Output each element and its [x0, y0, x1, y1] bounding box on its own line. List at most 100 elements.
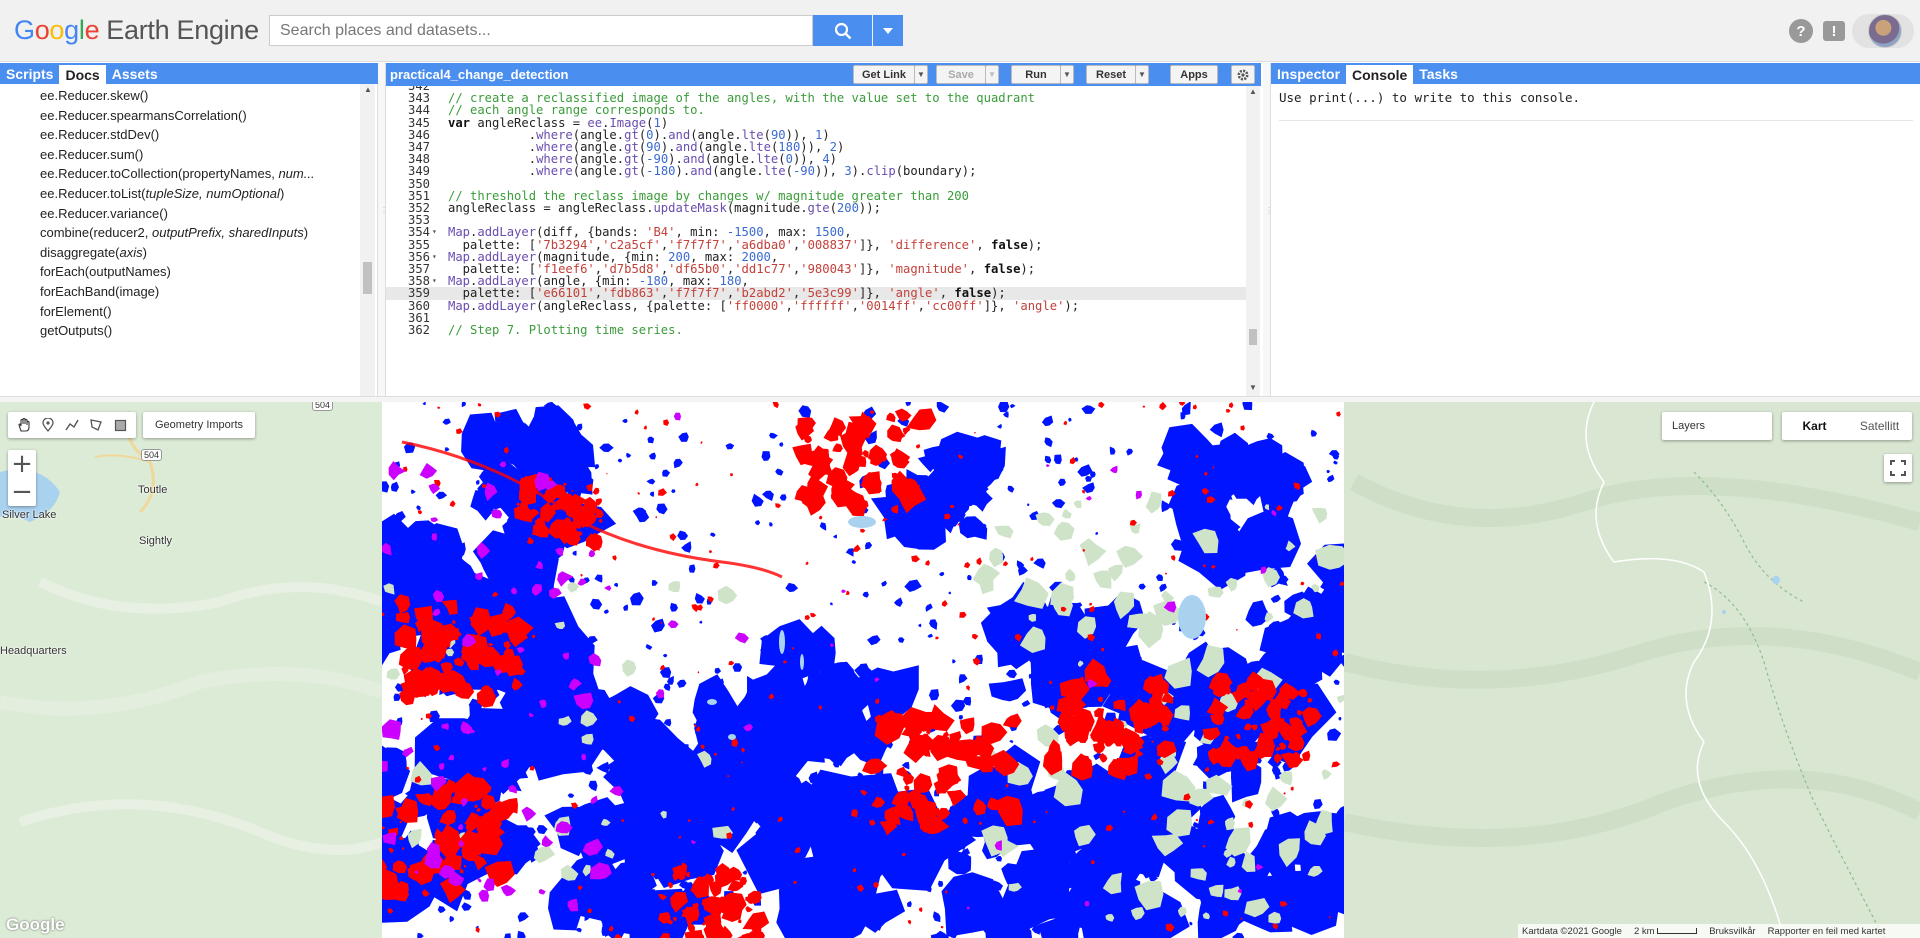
script-name: practical4_change_detection	[390, 67, 569, 82]
doc-item-args: num...	[278, 166, 315, 182]
code-text: // each angle range corresponds to.	[448, 103, 705, 118]
map-attribution: Kartdata ©2021 Google 2 km Bruksvilkår R…	[1518, 924, 1920, 938]
get-link-dropdown[interactable]: ▼	[914, 65, 928, 84]
tab-assets[interactable]: Assets	[106, 63, 164, 84]
tab-docs[interactable]: Docs	[59, 65, 106, 84]
angle-reclass-layer	[382, 402, 1344, 938]
report-error-link[interactable]: Rapporter en feil med kartet	[1768, 926, 1886, 937]
help-icon[interactable]: ?	[1789, 19, 1813, 43]
scroll-up-icon[interactable]: ▲	[1249, 87, 1257, 96]
tab-scripts[interactable]: Scripts	[0, 63, 59, 84]
tab-console[interactable]: Console	[1346, 65, 1414, 84]
code-line[interactable]: 360 Map.addLayer(angleReclass, {palette: …	[386, 298, 1246, 313]
scale-label: 2 km	[1634, 926, 1698, 937]
doc-item-name: ee.Reducer.toList(	[40, 186, 146, 201]
chevron-down-icon: ▼	[1138, 70, 1146, 79]
fold-toggle-icon[interactable]: ▾	[432, 251, 440, 263]
feedback-icon[interactable]: !	[1823, 21, 1845, 41]
doc-item[interactable]: ee.Reducer.stdDev()	[40, 127, 159, 142]
terms-link[interactable]: Bruksvilkår	[1709, 926, 1755, 937]
save-button[interactable]: Save	[936, 65, 986, 84]
docs-scroll-thumb[interactable]	[363, 262, 372, 294]
doc-item-args: axis	[119, 244, 143, 260]
polyline-icon[interactable]	[63, 416, 81, 434]
doc-item[interactable]: ee.Reducer.toList(tupleSize, numOptional…	[40, 186, 284, 201]
doc-item[interactable]: forEach(outputNames)	[40, 264, 171, 279]
doc-item[interactable]: disaggregate(axis)	[40, 245, 147, 260]
docs-list: ee.Reducer.skew() ee.Reducer.spearmansCor…	[0, 84, 360, 396]
doc-item[interactable]: ee.Reducer.sum()	[40, 147, 143, 162]
tab-inspector[interactable]: Inspector	[1271, 63, 1346, 84]
fold-toggle-icon[interactable]: ▾	[432, 226, 440, 238]
doc-item[interactable]: getOutputs()	[40, 323, 112, 338]
doc-item-name: ee.Reducer.toCollection(propertyNames,	[40, 166, 279, 182]
place-label: Silver Lake	[2, 509, 57, 521]
polygon-icon[interactable]	[87, 416, 105, 434]
doc-item[interactable]: ee.Reducer.variance()	[40, 206, 168, 221]
code-text: Map.addLayer(angleReclass, {palette: ['f…	[448, 298, 1080, 313]
line-number: 344	[407, 103, 430, 118]
run-button[interactable]: Run	[1011, 65, 1061, 84]
rectangle-icon[interactable]	[111, 416, 129, 434]
search-input[interactable]	[269, 15, 813, 46]
line-number: 345	[407, 115, 430, 130]
place-label: Sightly	[139, 535, 173, 547]
map-type-switch: Kart Satellitt	[1782, 412, 1912, 440]
scroll-up-icon[interactable]: ▲	[364, 85, 372, 94]
tab-tasks[interactable]: Tasks	[1413, 63, 1464, 84]
geometry-imports-button[interactable]: Geometry Imports	[143, 412, 255, 438]
get-link-button[interactable]: Get Link	[853, 65, 915, 84]
reset-dropdown[interactable]: ▼	[1135, 65, 1149, 84]
marker-icon[interactable]	[39, 416, 57, 434]
left-splitter[interactable]: ⋮	[378, 63, 388, 396]
zoom-in-button[interactable]: +	[8, 450, 36, 478]
place-label: Headquarters	[0, 645, 67, 657]
search-button[interactable]	[813, 15, 872, 46]
doc-item[interactable]: combine(reducer2, outputPrefix, sharedIn…	[40, 225, 308, 240]
map-view[interactable]: Geometry Imports + − Toutle Silver Lake …	[0, 402, 1920, 938]
line-number: 354	[407, 225, 430, 240]
apps-button[interactable]: Apps	[1170, 65, 1218, 84]
code-scrollbar[interactable]: ▲ ▼	[1246, 86, 1260, 396]
earth-engine-logo[interactable]: Google Earth Engine	[14, 15, 259, 46]
doc-item-args: tupleSize, numOptional	[145, 186, 280, 201]
chevron-down-icon: ▼	[917, 70, 925, 79]
code-area[interactable]: 342 343// create a reclassified image of …	[386, 86, 1246, 396]
scroll-down-icon[interactable]: ▼	[1249, 383, 1257, 392]
doc-item-name: disaggregate(	[40, 244, 120, 260]
search-dropdown-button[interactable]	[873, 15, 903, 46]
layers-button[interactable]: Layers	[1662, 412, 1772, 440]
doc-item[interactable]: forElement()	[40, 304, 112, 319]
reset-button[interactable]: Reset	[1086, 65, 1136, 84]
doc-item-tail: )	[279, 186, 285, 201]
pan-hand-icon[interactable]	[15, 416, 33, 434]
zoom-control: + −	[8, 450, 36, 506]
fullscreen-button[interactable]	[1884, 454, 1912, 482]
save-dropdown[interactable]: ▼	[985, 65, 999, 84]
right-splitter[interactable]: ⋮	[1263, 63, 1273, 396]
code-text: // Step 7. Plotting time series.	[448, 323, 683, 337]
map-type-satellitt[interactable]: Satellitt	[1847, 412, 1912, 440]
avatar[interactable]	[1868, 14, 1902, 48]
doc-item[interactable]: forEachBand(image)	[40, 284, 159, 299]
code-line[interactable]: 362 // Step 7. Plotting time series.	[386, 324, 1246, 336]
road-shield: 504	[312, 402, 334, 411]
line-number: 360	[407, 298, 430, 313]
code-line[interactable]: 349 .where(angle.gt(-180).and(angle.lte(…	[386, 165, 1246, 177]
code-editor-panel: practical4_change_detection Get Link ▼ S…	[385, 63, 1261, 396]
code-line[interactable]: 352 angleReclass = angleReclass.updateMas…	[386, 202, 1246, 214]
code-scroll-thumb[interactable]	[1249, 329, 1257, 345]
code-line[interactable]: 344 // each angle range corresponds to.	[386, 104, 1246, 116]
settings-button[interactable]	[1231, 65, 1255, 84]
fold-toggle-icon[interactable]: ▾	[432, 275, 440, 287]
map-type-kart[interactable]: Kart	[1782, 412, 1847, 440]
docs-scrollbar[interactable]: ▲	[360, 84, 375, 396]
doc-item[interactable]: ee.Reducer.skew()	[40, 88, 148, 103]
doc-item[interactable]: ee.Reducer.toCollection(propertyNames, n…	[40, 166, 315, 181]
zoom-out-button[interactable]: −	[8, 478, 36, 506]
chevron-down-icon: ▼	[1063, 70, 1071, 79]
run-dropdown[interactable]: ▼	[1060, 65, 1074, 84]
console-divider	[1279, 120, 1913, 121]
editor-toolbar: practical4_change_detection Get Link ▼ S…	[386, 63, 1261, 86]
doc-item[interactable]: ee.Reducer.spearmansCorrelation()	[40, 108, 247, 123]
